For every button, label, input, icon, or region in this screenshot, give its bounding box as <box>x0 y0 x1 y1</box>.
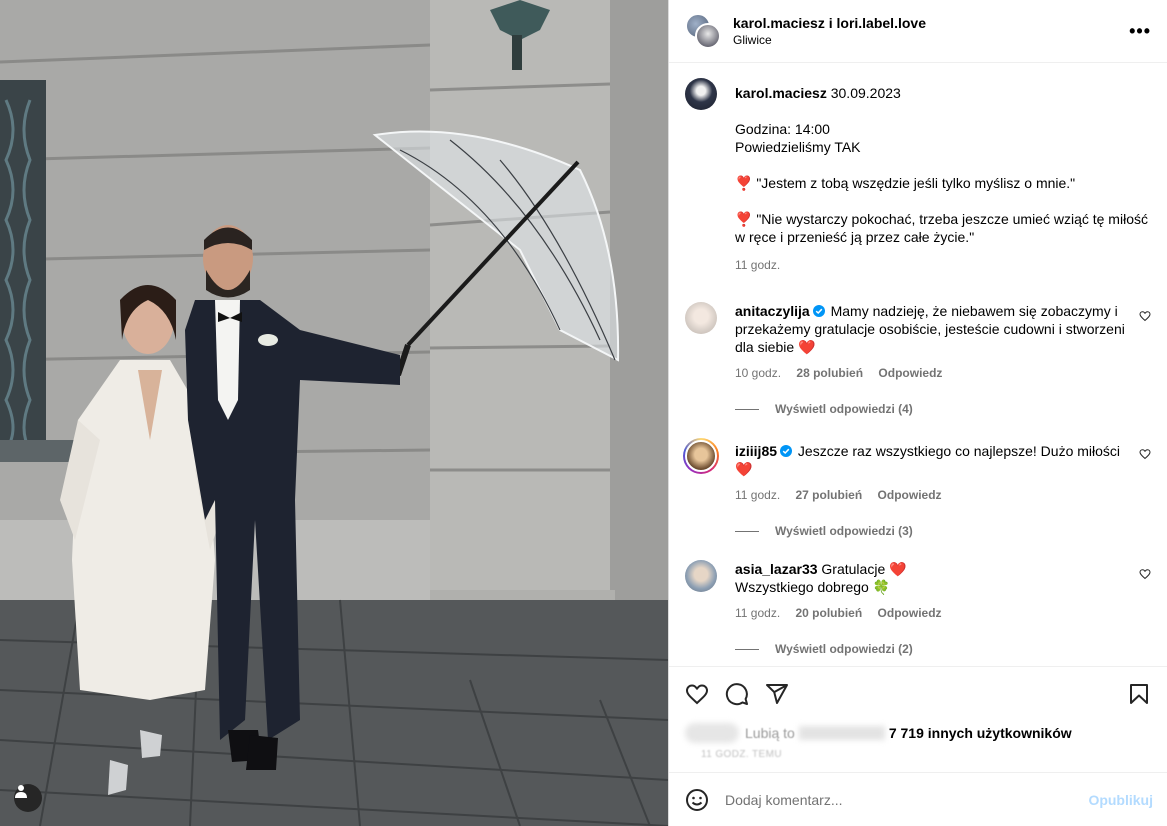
header-text: karol.maciesz i lori.label.love Gliwice <box>733 15 1129 47</box>
post-time-ago: 11 GODZ. TEMU <box>701 749 782 760</box>
post-comment-button[interactable]: Opublikuj <box>1088 792 1153 808</box>
add-comment-bar: Opublikuj <box>669 772 1167 826</box>
caption-date: 30.09.2023 <box>830 85 901 101</box>
author-names[interactable]: karol.maciesz i lori.label.love <box>733 15 1129 31</box>
like-comment-heart-icon[interactable] <box>1139 448 1151 460</box>
red-heart-icon: ❤️ <box>889 561 907 577</box>
view-replies-label: Wyświetl odpowiedzi (4) <box>775 402 913 416</box>
caption-line: Powiedzieliśmy TAK <box>735 139 861 155</box>
verified-badge-icon <box>812 305 825 317</box>
comment-text: Wszystkiego dobrego <box>735 579 869 595</box>
avatar[interactable] <box>685 560 717 592</box>
comment-username[interactable]: anitaczylija <box>735 303 810 319</box>
comment-likes[interactable]: 28 polubień <box>796 366 863 380</box>
avatar-story-ring[interactable] <box>683 438 719 474</box>
caption-time[interactable]: 11 godz. <box>735 258 780 272</box>
comment-icon[interactable] <box>725 682 749 706</box>
comment: iziiij85 Jeszcze raz wszystkiego co najl… <box>683 438 1151 504</box>
comment-input[interactable] <box>725 791 1089 808</box>
tagged-users-button[interactable] <box>14 784 42 812</box>
red-heart-icon: ❤️ <box>735 461 753 477</box>
collab-avatars[interactable] <box>685 13 721 49</box>
avatar[interactable] <box>695 23 721 49</box>
wedding-photo <box>0 0 668 826</box>
post-actions: Lubią to 7 719 innych użytkowników 11 GO… <box>669 666 1167 772</box>
comment-text: Gratulacje <box>821 561 886 577</box>
divider <box>735 530 759 532</box>
comment-text: Jeszcze raz wszystkiego co najlepsze! Du… <box>797 443 1121 459</box>
like-comment-heart-icon[interactable] <box>1139 310 1151 322</box>
red-heart-icon: ❤️ <box>798 339 816 355</box>
heart-icon[interactable] <box>685 682 709 706</box>
more-options-icon[interactable]: ••• <box>1129 21 1151 42</box>
bookmark-icon[interactable] <box>1127 682 1151 706</box>
four-leaf-clover-icon: 🍀 <box>872 579 891 595</box>
reply-button[interactable]: Odpowiedz <box>878 488 942 502</box>
likes-summary[interactable]: Lubią to 7 719 innych użytkowników <box>685 723 1151 743</box>
post-side-panel: karol.maciesz i lori.label.love Gliwice … <box>669 0 1167 826</box>
location-link[interactable]: Gliwice <box>733 33 1129 47</box>
comment: asia_lazar33 Gratulacje ❤️ Wszystkiego d… <box>685 560 1151 622</box>
comment-time[interactable]: 10 godz. <box>735 366 781 380</box>
verified-badge-icon <box>780 445 793 457</box>
view-replies-label: Wyświetl odpowiedzi (3) <box>775 524 913 538</box>
user-icon <box>15 785 27 798</box>
share-icon[interactable] <box>765 682 789 706</box>
comment: anitaczylija Mamy nadzieję, że niebawem … <box>685 302 1151 382</box>
heart-exclamation-icon: ❣️ <box>735 211 753 227</box>
avatar[interactable] <box>685 302 717 334</box>
caption-username[interactable]: karol.maciesz <box>735 85 827 101</box>
blurred-username <box>798 726 885 740</box>
view-replies-button[interactable]: Wyświetl odpowiedzi (2) <box>735 642 1151 656</box>
divider <box>735 408 759 410</box>
caption: karol.maciesz 30.09.2023 Godzina: 14:00 … <box>685 78 1151 274</box>
likes-count[interactable]: 7 719 innych użytkowników <box>889 725 1072 741</box>
comments-list[interactable]: karol.maciesz 30.09.2023 Godzina: 14:00 … <box>669 64 1167 666</box>
divider <box>735 648 759 650</box>
emoji-icon[interactable] <box>685 788 709 812</box>
like-comment-heart-icon[interactable] <box>1139 568 1151 580</box>
comment-username[interactable]: iziiij85 <box>735 443 777 459</box>
caption-quote: "Nie wystarczy pokochać, trzeba jeszcze … <box>735 211 1148 245</box>
avatar[interactable] <box>685 78 717 110</box>
caption-line: Godzina: 14:00 <box>735 121 830 137</box>
avatar <box>685 440 717 472</box>
avatar <box>685 723 739 743</box>
comment-username[interactable]: asia_lazar33 <box>735 561 818 577</box>
comment-likes[interactable]: 27 polubień <box>796 488 863 502</box>
likes-prefix: Lubią to <box>745 725 795 741</box>
view-replies-label: Wyświetl odpowiedzi (2) <box>775 642 913 656</box>
reply-button[interactable]: Odpowiedz <box>878 366 942 380</box>
view-replies-button[interactable]: Wyświetl odpowiedzi (4) <box>735 402 1151 416</box>
comment-likes[interactable]: 20 polubień <box>796 606 863 620</box>
heart-exclamation-icon: ❣️ <box>735 175 753 191</box>
comment-time[interactable]: 11 godz. <box>735 606 780 620</box>
post-photo[interactable] <box>0 0 669 826</box>
comment-time[interactable]: 11 godz. <box>735 488 780 502</box>
view-replies-button[interactable]: Wyświetl odpowiedzi (3) <box>735 524 1151 538</box>
post-header: karol.maciesz i lori.label.love Gliwice … <box>669 0 1167 63</box>
caption-quote: "Jestem z tobą wszędzie jeśli tylko myśl… <box>756 175 1076 191</box>
reply-button[interactable]: Odpowiedz <box>878 606 942 620</box>
